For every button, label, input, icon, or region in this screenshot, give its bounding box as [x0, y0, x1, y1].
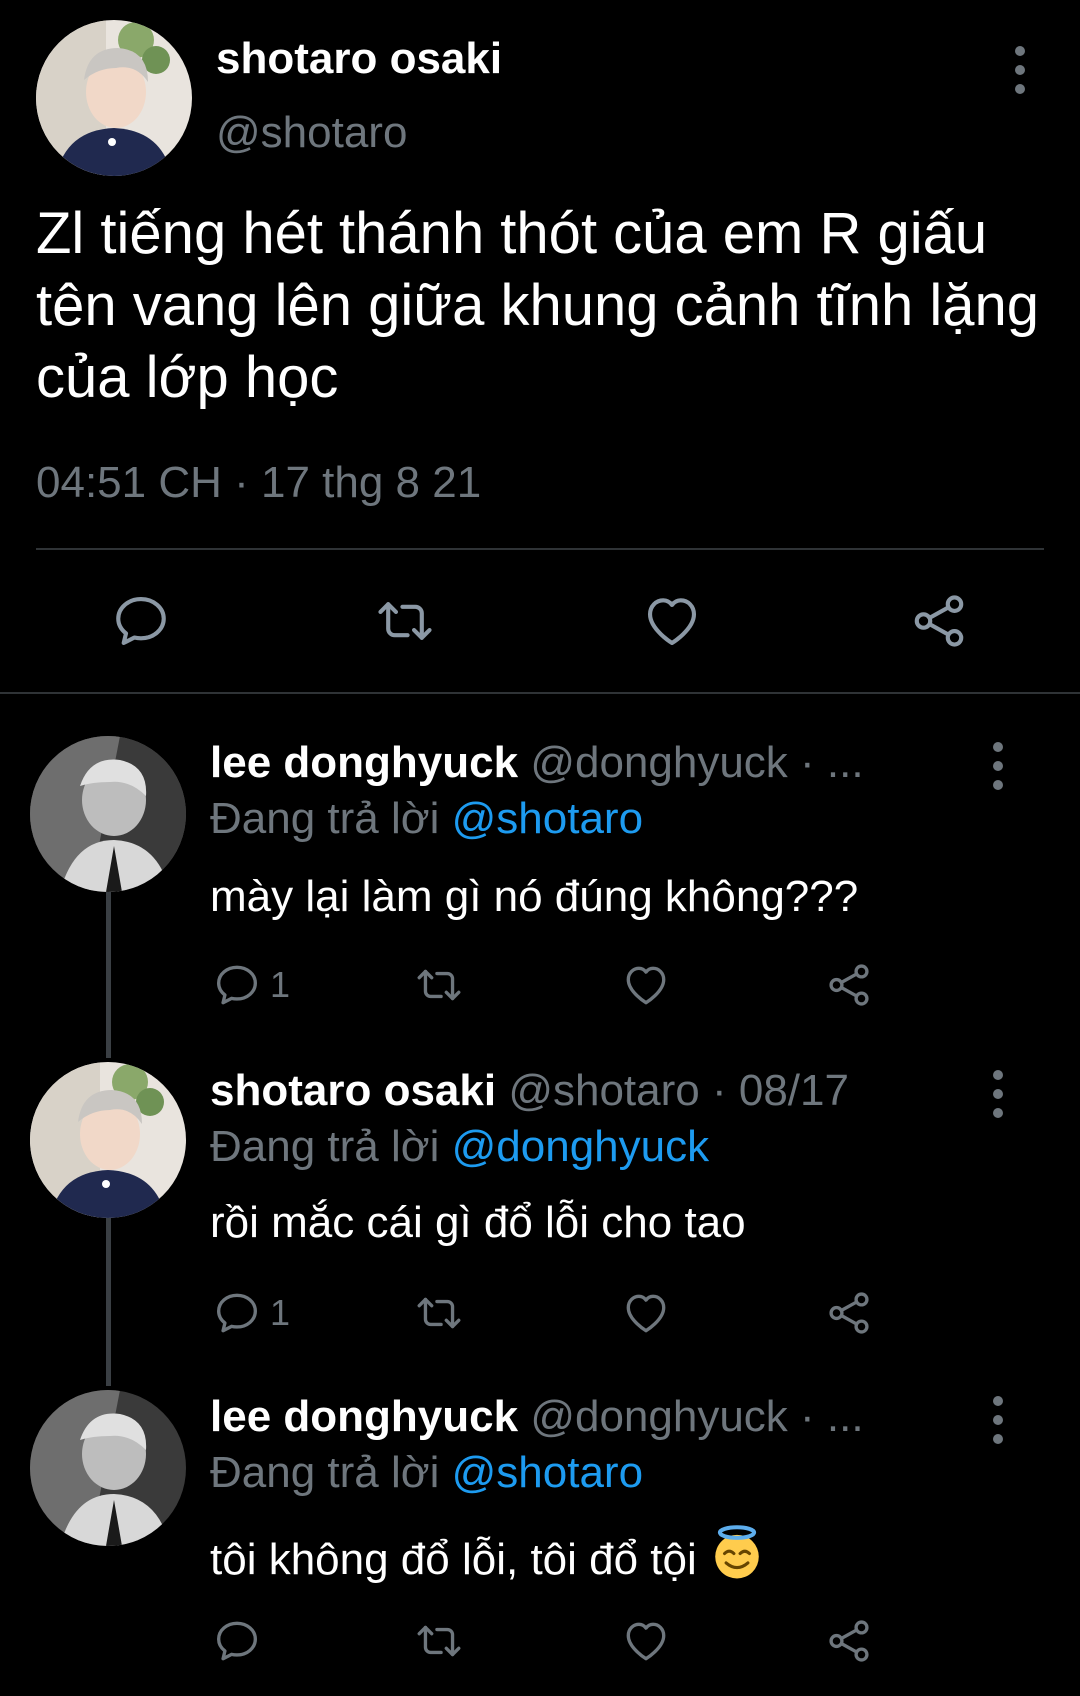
thread-line [106, 1218, 111, 1386]
like-button[interactable] [620, 1288, 672, 1338]
reply-button[interactable] [110, 590, 172, 652]
share-button[interactable] [908, 590, 970, 652]
heart-icon [620, 960, 672, 1010]
retweet-button[interactable] [412, 1288, 466, 1338]
reply-text: mày lại làm gì nó đúng không??? [210, 872, 859, 921]
reply-text-row: tôi không đổ lỗi, tôi đổ tội [210, 1524, 765, 1585]
retweet-icon [372, 590, 438, 652]
reply-button[interactable]: 1 [212, 960, 290, 1010]
heart-icon [620, 1288, 672, 1338]
reply-author-handle: @shotaro · 08/17 [508, 1066, 849, 1115]
reply-count: 1 [270, 964, 291, 1005]
share-icon [824, 1288, 874, 1338]
comment-icon [212, 1288, 262, 1338]
reply-author[interactable]: shotaro osaki @shotaro · 08/17 [210, 1066, 849, 1116]
reply-author-name[interactable]: shotaro osaki [210, 1066, 496, 1115]
author-name[interactable]: shotaro osaki [216, 34, 502, 84]
like-button[interactable] [640, 590, 704, 652]
comment-icon [212, 960, 262, 1010]
reply-author[interactable]: lee donghyuck @donghyuck · ... [210, 1392, 864, 1442]
retweet-button[interactable] [372, 590, 438, 652]
replying-to: Đang trả lời @shotaro [210, 1448, 643, 1498]
retweet-button[interactable] [412, 960, 466, 1010]
more-options-icon[interactable] [978, 1064, 1018, 1124]
reply-author-handle: @donghyuck · ... [530, 1392, 864, 1441]
tweet-timestamp: 04:51 CH · 17 thg 8 21 [36, 458, 482, 507]
mention-link[interactable]: @shotaro [452, 1448, 643, 1497]
retweet-icon [412, 1616, 466, 1666]
smiling-face-with-halo-icon [709, 1524, 765, 1580]
reply-button[interactable] [212, 1616, 262, 1666]
share-icon [824, 1616, 874, 1666]
heart-icon [640, 590, 704, 652]
mention-link[interactable]: @shotaro [452, 794, 643, 843]
reply-avatar[interactable] [30, 1062, 186, 1218]
reply-author-name[interactable]: lee donghyuck [210, 738, 518, 787]
reply-text: rồi mắc cái gì đổ lỗi cho tao [210, 1198, 746, 1247]
section-divider [0, 692, 1080, 694]
tweet-text: Zl tiếng hét thánh thót của em R giấu tê… [36, 201, 1040, 410]
reply-count: 1 [270, 1292, 291, 1333]
share-icon [908, 590, 970, 652]
replying-prefix: Đang trả lời [210, 1448, 440, 1497]
like-button[interactable] [620, 1616, 672, 1666]
retweet-icon [412, 1288, 466, 1338]
share-button[interactable] [824, 1616, 874, 1666]
retweet-button[interactable] [412, 1616, 466, 1666]
reply-avatar[interactable] [30, 736, 186, 892]
reply-avatar[interactable] [30, 1390, 186, 1546]
more-options-icon[interactable] [978, 1390, 1018, 1450]
replying-to: Đang trả lời @shotaro [210, 794, 643, 844]
replying-to: Đang trả lời @donghyuck [210, 1122, 709, 1172]
more-options-icon[interactable] [1000, 40, 1040, 100]
comment-icon [212, 1616, 262, 1666]
reply-author[interactable]: lee donghyuck @donghyuck · ... [210, 738, 864, 788]
comment-icon [110, 590, 172, 652]
more-options-icon[interactable] [978, 736, 1018, 796]
reply-text: tôi không đổ lỗi, tôi đổ tội [210, 1535, 697, 1584]
replying-prefix: Đang trả lời [210, 1122, 440, 1171]
replying-prefix: Đang trả lời [210, 794, 440, 843]
author-avatar[interactable] [36, 20, 192, 176]
share-icon [824, 960, 874, 1010]
mention-link[interactable]: @donghyuck [452, 1122, 710, 1171]
reply-author-handle: @donghyuck · ... [530, 738, 864, 787]
share-button[interactable] [824, 960, 874, 1010]
like-button[interactable] [620, 960, 672, 1010]
thread-line [106, 890, 111, 1058]
share-button[interactable] [824, 1288, 874, 1338]
reply-author-name[interactable]: lee donghyuck [210, 1392, 518, 1441]
retweet-icon [412, 960, 466, 1010]
reply-button[interactable]: 1 [212, 1288, 290, 1338]
heart-icon [620, 1616, 672, 1666]
author-handle[interactable]: @shotaro [216, 108, 407, 158]
divider [36, 548, 1044, 550]
